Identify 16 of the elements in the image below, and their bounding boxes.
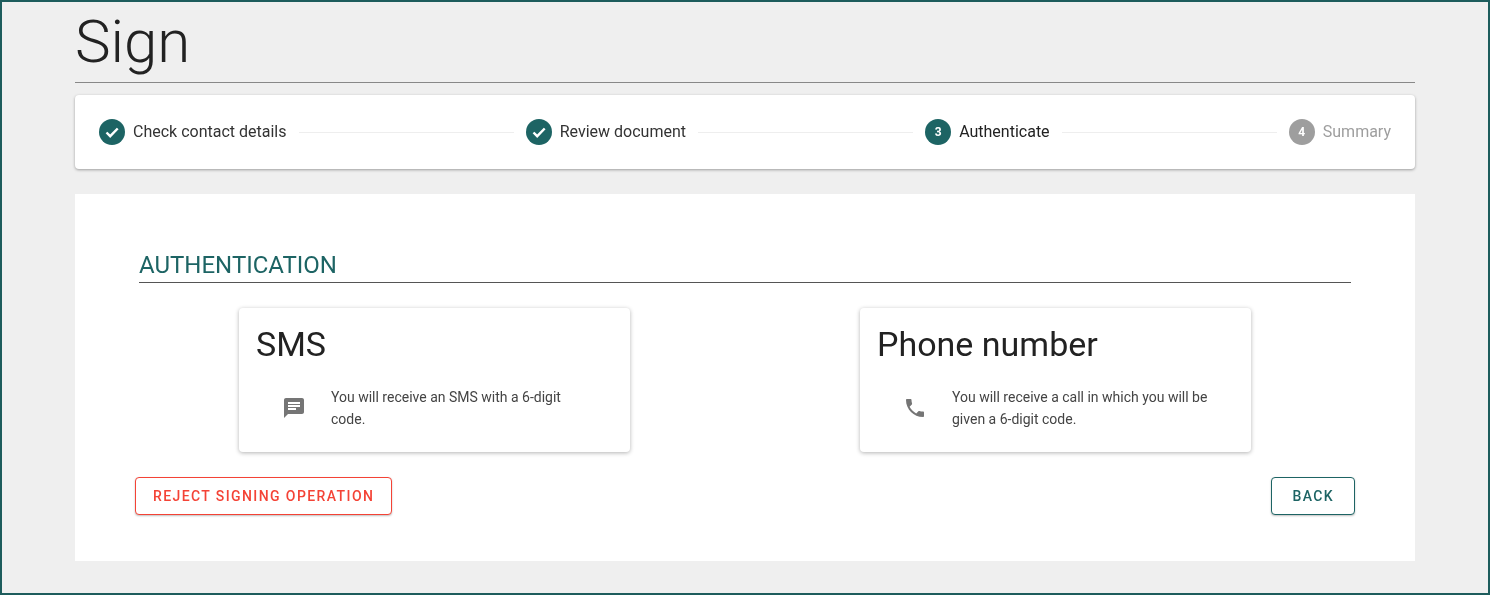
- method-description: You will receive a call in which you will be given a 6-digit code.: [952, 388, 1209, 429]
- step[interactable]: Review document: [525, 119, 686, 145]
- method-card[interactable]: SMS You will receive an SMS with a 6-digit code.: [239, 308, 630, 452]
- page-title: Sign: [75, 2, 1415, 83]
- method-title: Phone number: [877, 323, 1099, 366]
- section-heading: AUTHENTICATION: [139, 250, 1351, 283]
- step-number: 4: [1288, 119, 1315, 145]
- message-icon: [281, 396, 306, 420]
- method-description: You will receive an SMS with a 6-digit code.: [331, 388, 562, 429]
- step[interactable]: 3 Authenticate: [925, 119, 1050, 145]
- reject-button[interactable]: REJECT SIGNING OPERATION: [135, 477, 393, 515]
- step-number: 3: [925, 119, 952, 145]
- back-button[interactable]: BACK: [1271, 477, 1355, 515]
- step[interactable]: Check contact details: [99, 119, 287, 145]
- method-title: SMS: [256, 323, 328, 366]
- method-card[interactable]: Phone number You will receive a call in which you will be given a 6-digit code.: [860, 308, 1251, 452]
